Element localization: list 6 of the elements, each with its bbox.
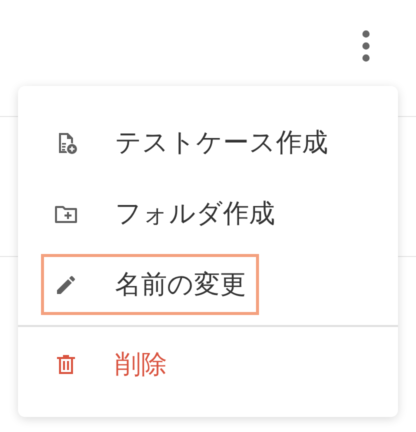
trash-icon	[54, 352, 78, 376]
menu-item[interactable]: フォルダ作成	[41, 183, 288, 244]
menu-item[interactable]: 名前の変更	[41, 254, 259, 315]
more-icon[interactable]	[362, 30, 370, 62]
menu-item[interactable]: テストケース作成	[41, 112, 341, 173]
menu-item[interactable]: 削除	[41, 334, 180, 395]
